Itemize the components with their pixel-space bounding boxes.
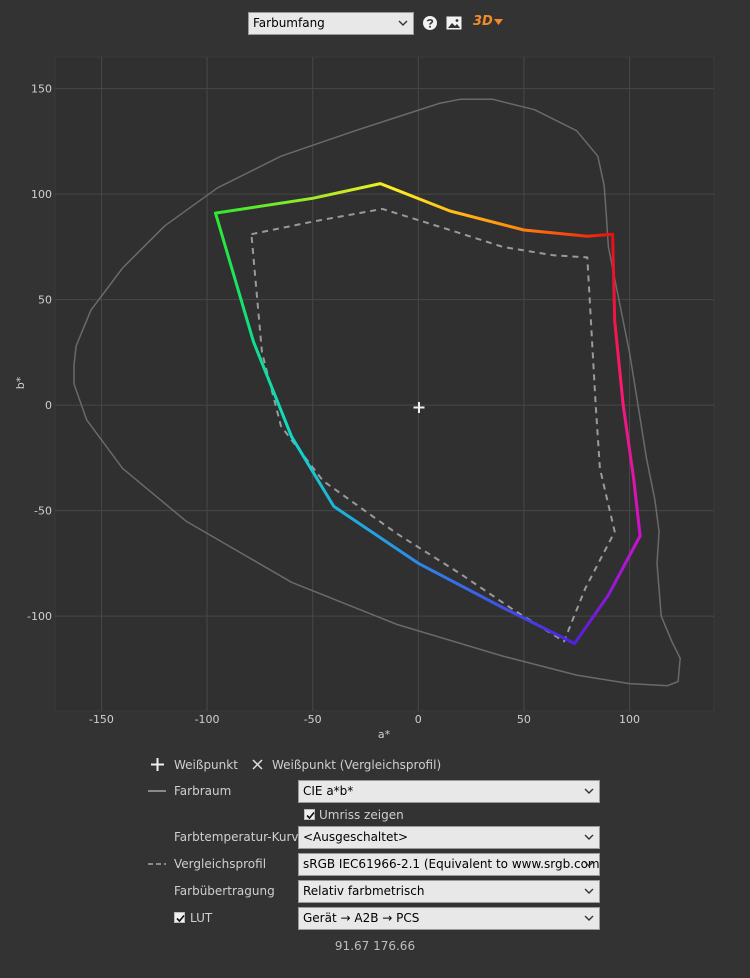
lut-select[interactable]: Gerät → A2B → PCS [298, 907, 600, 930]
chevron-down-icon [584, 888, 594, 894]
x-tick-label: 50 [517, 713, 531, 726]
temp-curve-label: Farbtemperatur-Kurve [174, 830, 306, 844]
chevron-down-icon [584, 834, 594, 840]
colorspace-select[interactable]: CIE a*b* [298, 780, 600, 803]
legend-row-colorspace: Farbraum CIE a*b* [0, 780, 750, 803]
compare-select[interactable]: sRGB IEC61966-2.1 (Equivalent to www.srg… [298, 853, 600, 876]
legend-row-temp-curve: Farbtemperatur-Kurve <Ausgeschaltet> [0, 826, 750, 849]
legend-row-transfer: Farbübertragung Relativ farbmetrisch [0, 880, 750, 903]
legend-row-lut: LUT Gerät → A2B → PCS [0, 907, 750, 930]
legend-row-white-point: Weißpunkt Weißpunkt (Vergleichsprofil) [0, 754, 750, 776]
y-tick-label: -100 [27, 610, 52, 623]
temp-curve-select[interactable]: <Ausgeschaltet> [298, 826, 600, 849]
cross-icon [252, 759, 263, 770]
colorspace-select-value: CIE a*b* [303, 784, 354, 798]
y-tick-label: 0 [45, 399, 52, 412]
legend-row-compare: Vergleichsprofil sRGB IEC61966-2.1 (Equi… [0, 853, 750, 876]
dashed-line-icon [148, 863, 166, 865]
chevron-down-icon [584, 915, 594, 921]
gamut-plot: -150 -100 -50 0 50 100 -100 -50 0 50 100 150 a* b* [14, 56, 715, 741]
checkmark-icon [176, 914, 185, 923]
x-tick-label: -150 [89, 713, 114, 726]
plus-icon [151, 758, 164, 771]
outline-checkbox[interactable] [304, 809, 315, 820]
footer-values: 91.67 176.66 [334, 939, 416, 953]
chevron-down-icon [584, 788, 594, 794]
x-tick-label: -100 [195, 713, 220, 726]
temp-curve-select-value: <Ausgeschaltet> [303, 830, 409, 844]
transfer-select[interactable]: Relativ farbmetrisch [298, 880, 600, 903]
y-tick-label: 100 [31, 188, 52, 201]
x-tick-label: 0 [415, 713, 422, 726]
lut-select-value: Gerät → A2B → PCS [303, 911, 420, 925]
white-point-ref-label: Weißpunkt (Vergleichsprofil) [272, 758, 442, 772]
chevron-down-icon [584, 861, 594, 867]
transfer-label: Farbübertragung [174, 884, 275, 898]
x-tick-label: -50 [304, 713, 322, 726]
y-tick-label: -50 [34, 505, 52, 518]
solid-line-icon [148, 790, 166, 792]
y-axis-label: b* [14, 376, 27, 389]
colorspace-label: Farbraum [174, 784, 232, 798]
y-tick-label: 50 [38, 294, 52, 307]
x-tick-label: 100 [619, 713, 640, 726]
checkmark-icon [306, 811, 315, 820]
transfer-select-value: Relativ farbmetrisch [303, 884, 425, 898]
x-axis-label: a* [378, 728, 391, 741]
compare-select-value: sRGB IEC61966-2.1 (Equivalent to www.srg… [303, 857, 600, 871]
lut-label: LUT [190, 911, 213, 925]
y-tick-label: 150 [31, 83, 52, 96]
outline-label: Umriss zeigen [319, 808, 404, 822]
compare-label: Vergleichsprofil [174, 857, 267, 871]
white-point-label: Weißpunkt [174, 758, 238, 772]
plot-area [54, 56, 715, 712]
legend-row-outline: Umriss zeigen [0, 806, 750, 828]
lut-checkbox[interactable] [174, 912, 185, 923]
